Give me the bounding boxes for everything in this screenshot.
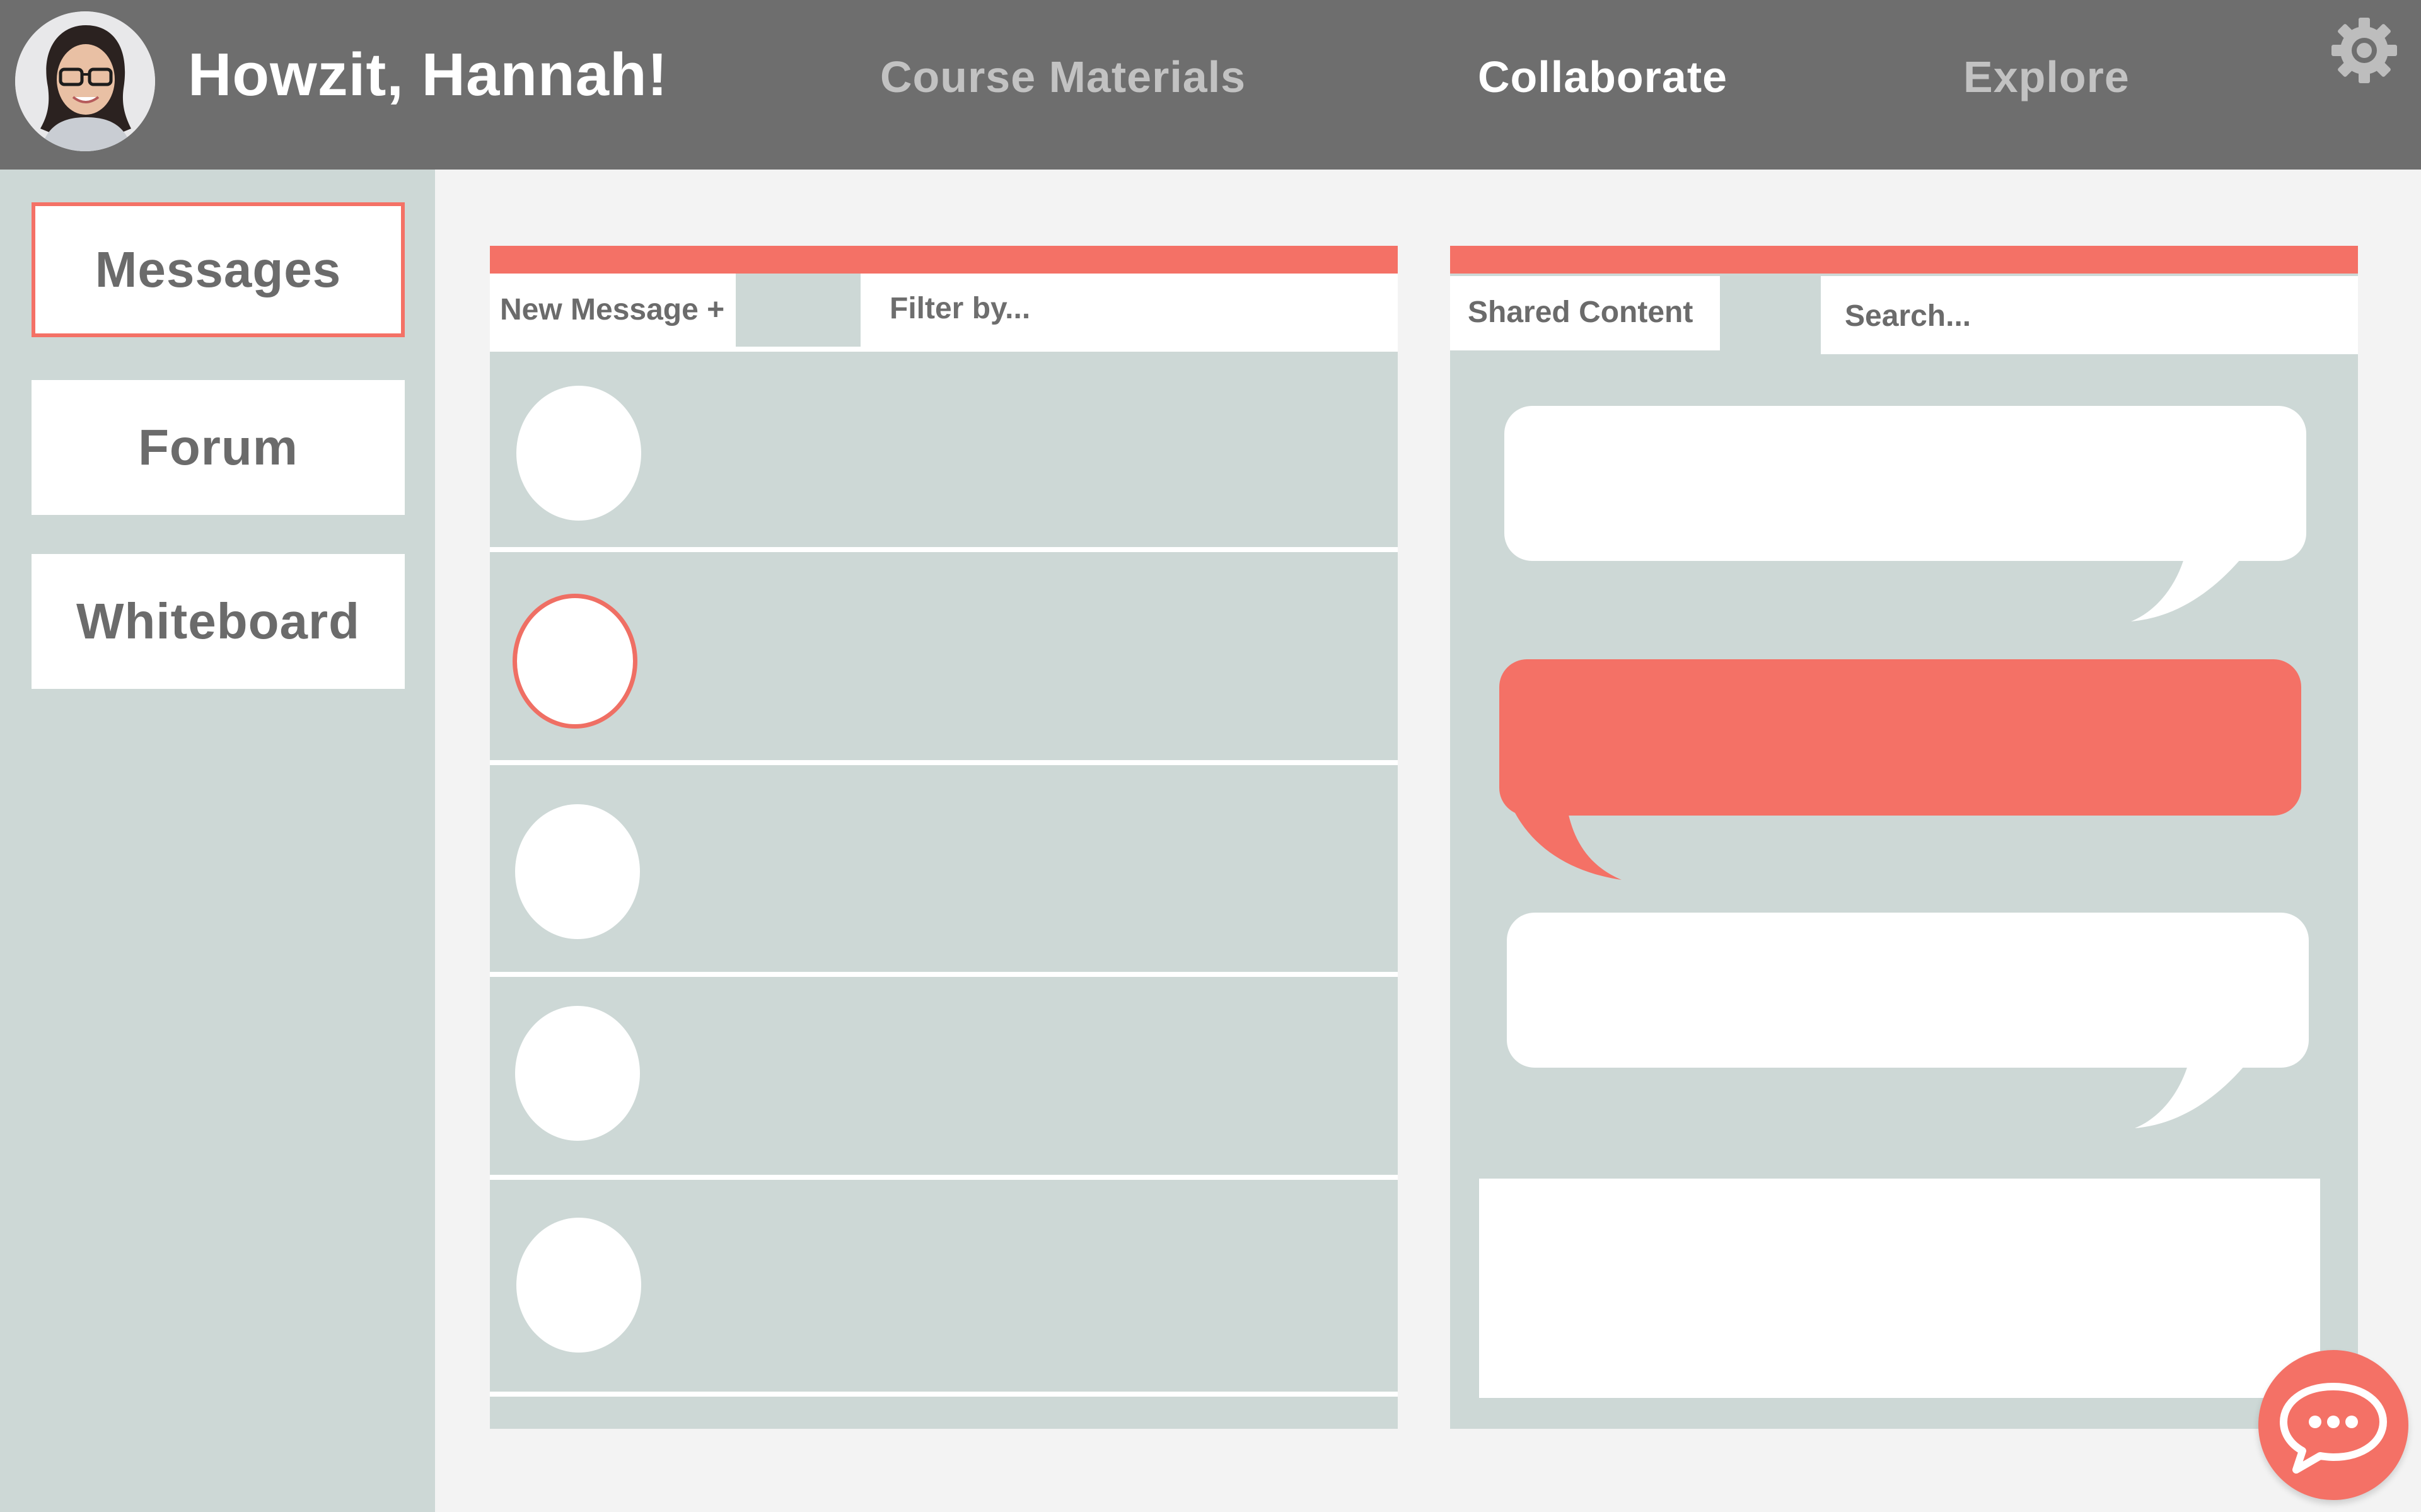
- nav-explore[interactable]: Explore: [1963, 52, 2130, 102]
- panel-accent-bar: [490, 246, 1398, 274]
- message-row[interactable]: [490, 1402, 1398, 1429]
- shared-content-panel: Shared Content Search...: [1450, 246, 2358, 1429]
- nav-collaborate[interactable]: Collaborate: [1478, 52, 1727, 102]
- toolbar-divider: [736, 274, 861, 347]
- gear-icon: [2331, 18, 2397, 83]
- contact-avatar: [516, 1218, 641, 1353]
- contact-avatar-selected: [513, 594, 637, 729]
- shared-toolbar: Shared Content Search...: [1450, 274, 2358, 354]
- bubble-tail: [1513, 809, 1622, 880]
- user-avatar[interactable]: [15, 11, 155, 151]
- greeting-title: Howzit, Hannah!: [188, 41, 668, 108]
- search-input[interactable]: Search...: [1821, 276, 2358, 354]
- chat-button[interactable]: [2258, 1350, 2408, 1500]
- message-row[interactable]: [490, 981, 1398, 1180]
- top-header: Howzit, Hannah! Course Materials Collabo…: [0, 0, 2421, 170]
- shared-content-tab[interactable]: Shared Content: [1450, 276, 1720, 350]
- sidebar-item-messages[interactable]: Messages: [32, 202, 405, 337]
- sidebar-item-label: Whiteboard: [76, 593, 360, 649]
- messages-panel: New Message + Filter by...: [490, 246, 1398, 1429]
- shared-message-bubble-highlighted[interactable]: [1499, 659, 2301, 816]
- messages-toolbar: New Message + Filter by...: [490, 274, 1398, 352]
- compose-textarea[interactable]: [1479, 1179, 2320, 1398]
- shared-message-bubble[interactable]: [1504, 406, 2306, 561]
- profile-photo-icon: [15, 11, 155, 151]
- bubble-tail: [2131, 555, 2244, 621]
- shared-message-bubble[interactable]: [1507, 913, 2309, 1068]
- sidebar-item-forum[interactable]: Forum: [32, 380, 405, 515]
- contact-avatar: [516, 386, 641, 521]
- message-row[interactable]: [490, 771, 1398, 977]
- panel-accent-bar: [1450, 246, 2358, 274]
- sidebar-item-whiteboard[interactable]: Whiteboard: [32, 554, 405, 689]
- shared-content-tab-label: Shared Content: [1468, 296, 1693, 329]
- contact-avatar: [515, 804, 640, 939]
- filter-input[interactable]: Filter by...: [890, 291, 1030, 326]
- chat-bubble-icon: [2280, 1383, 2387, 1474]
- search-placeholder: Search...: [1845, 299, 1971, 333]
- message-row[interactable]: [490, 354, 1398, 552]
- bubble-tail: [2135, 1061, 2248, 1128]
- nav-course-materials[interactable]: Course Materials: [880, 52, 1246, 102]
- message-row[interactable]: [490, 1186, 1398, 1397]
- settings-button[interactable]: [2329, 15, 2400, 86]
- message-row[interactable]: [490, 557, 1398, 765]
- sidebar-item-label: Messages: [95, 241, 342, 297]
- contact-avatar: [515, 1006, 640, 1141]
- sidebar: Messages Forum Whiteboard: [0, 170, 435, 1512]
- sidebar-item-label: Forum: [138, 419, 298, 475]
- new-message-button[interactable]: New Message +: [500, 292, 724, 327]
